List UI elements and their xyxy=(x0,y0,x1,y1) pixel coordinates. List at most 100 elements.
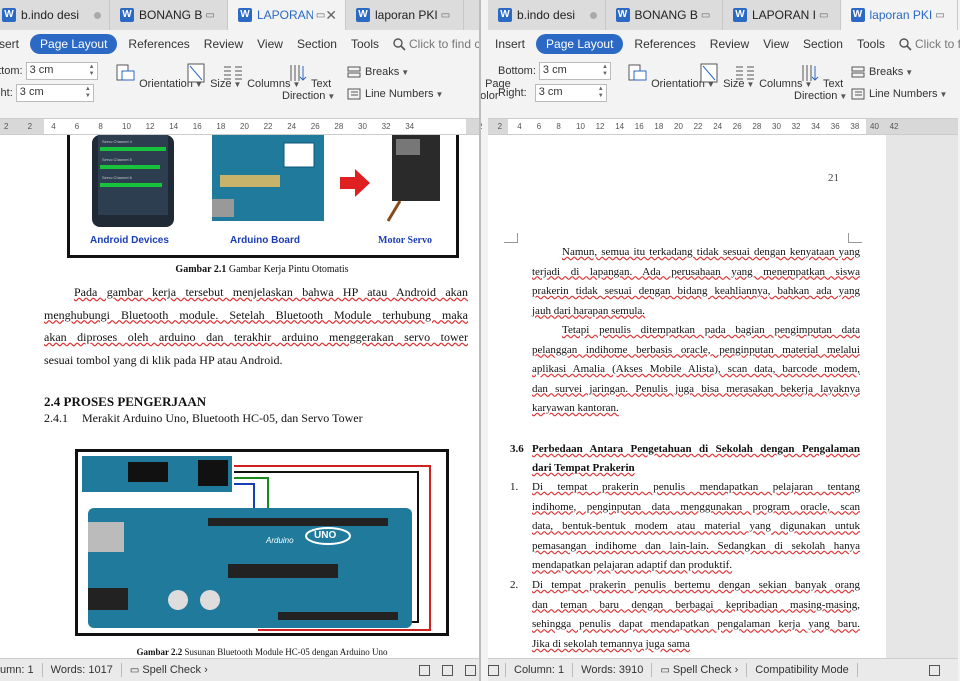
text-direction-button[interactable]: Text Direction ▼ xyxy=(794,62,847,102)
reading-mode-icon[interactable] xyxy=(929,664,940,676)
ruler-tick-label: 16 xyxy=(634,122,644,131)
ruler-tick-label: 10 xyxy=(576,122,585,131)
writer-icon: W xyxy=(238,8,252,22)
reading-mode-icon[interactable] xyxy=(488,664,499,676)
ruler-tick-label: 22 xyxy=(693,122,703,131)
phone-row-label: Servo Channel 4 xyxy=(102,139,132,144)
text-line: Namun, semua itu terkadang tidak sesuai … xyxy=(562,246,860,258)
line-numbers-button[interactable]: Line Numbers ▼ xyxy=(851,88,947,100)
bottom-margin-value: 3 cm xyxy=(542,64,567,76)
ruler-tick-label: 2 xyxy=(4,122,9,131)
menu-page-layout[interactable]: Page Layout xyxy=(30,34,118,54)
bottom-margin-field: Bottom: 3 cm ▲ ▼ xyxy=(498,62,611,80)
tab-laporan-pki[interactable]: Wlaporan PKI ▭ xyxy=(346,0,464,30)
menu-page-layout[interactable]: Page Layout xyxy=(536,34,624,54)
tab-laporan-active[interactable]: W LAPORAN I▭✕ xyxy=(228,0,346,30)
ruler-tick-label: 26 xyxy=(732,122,742,131)
page-layout-ribbon: ottom: 3 cm▲▼ ight: 3 cm▲▼ Orientation▼ … xyxy=(0,58,480,118)
text-direction-button[interactable]: Text Direction ▼ xyxy=(282,62,335,102)
menu-tools[interactable]: Tools xyxy=(857,37,885,51)
menu-references[interactable]: References xyxy=(128,37,189,51)
right-margin-field: Right: 3 cm ▲ ▼ xyxy=(498,84,607,102)
menu-view[interactable]: View xyxy=(257,37,283,51)
text-direction-label-2: Direction xyxy=(282,90,326,102)
menu-references[interactable]: References xyxy=(634,37,695,51)
line-numbers-icon xyxy=(851,88,865,100)
right-margin-input[interactable]: 3 cm ▲ ▼ xyxy=(15,84,94,102)
spin-arrows-icon[interactable]: ▲ ▼ xyxy=(85,86,91,100)
menu-review[interactable]: Review xyxy=(204,37,243,51)
ruler-tick-label: 20 xyxy=(674,122,683,131)
figure-caption-1: Gambar 2.1 Gambar Kerja Pintu Otomatis xyxy=(52,264,472,275)
spell-check-label: Spell Check xyxy=(142,664,202,676)
full-screen-icon[interactable] xyxy=(442,664,453,676)
find-box[interactable]: Click to find cc xyxy=(393,37,480,51)
status-separator xyxy=(41,663,43,677)
close-tab-icon[interactable]: ✕ xyxy=(325,7,337,24)
search-icon xyxy=(899,37,912,51)
monitor-icon: ▭ xyxy=(935,9,945,21)
menu-section[interactable]: Section xyxy=(803,37,843,51)
find-box[interactable]: Click to fin xyxy=(899,37,960,51)
dropdown-caret-icon: ▼ xyxy=(327,92,336,101)
monitor-icon: ▭ xyxy=(205,9,215,21)
menu-insert[interactable]: Insert xyxy=(495,37,525,51)
word-count[interactable]: Words: 3910 xyxy=(581,664,643,676)
list-number: 2. xyxy=(510,578,519,591)
numbered-list: 1. Di tempat prakerin penulis mendapatka… xyxy=(510,478,860,654)
spell-check-button[interactable]: ▭ Spell Check › xyxy=(660,664,738,676)
spin-arrows-icon[interactable]: ▲ ▼ xyxy=(89,64,95,78)
menu-review[interactable]: Review xyxy=(710,37,749,51)
word-count[interactable]: Words: 1017 xyxy=(51,664,113,676)
tab-label: LAPORAN I xyxy=(752,8,817,22)
dropdown-caret-icon: ▼ xyxy=(435,89,444,99)
horizontal-ruler[interactable]: 2 2 4 6 8 10 12 14 16 18 20 22 24 26 28 30 32 34 36 38 40 42 xyxy=(480,118,958,135)
tab-b-indo[interactable]: Wb.indo desi xyxy=(488,0,606,30)
reading-mode-icon[interactable] xyxy=(419,664,430,676)
breaks-button[interactable]: Breaks ▼ xyxy=(851,66,913,78)
subsection-number: 2.4.1 xyxy=(44,411,68,425)
status-separator xyxy=(651,663,653,677)
bottom-margin-input[interactable]: 3 cm ▲ ▼ xyxy=(25,62,98,80)
tab-bonang[interactable]: W BONANG B ▭ xyxy=(110,0,228,30)
menu-view[interactable]: View xyxy=(763,37,789,51)
ruler-tick-label: 10 xyxy=(122,122,131,131)
menu-tools[interactable]: Tools xyxy=(351,37,379,51)
orientation-icon xyxy=(628,64,647,81)
spell-check-button[interactable]: ▭ Spell Check › xyxy=(130,664,208,676)
tab-label: BONANG B xyxy=(634,8,698,22)
breaks-icon xyxy=(347,66,361,78)
text-line: karyawan kantoran. xyxy=(532,402,619,414)
horizontal-ruler[interactable]: 2 2 4 6 8 10 12 14 16 18 20 22 24 26 28 30 32 34 xyxy=(0,118,480,135)
heading-number: 3.6 xyxy=(510,443,524,455)
window-divider[interactable] xyxy=(479,0,481,681)
menu-insert[interactable]: sert xyxy=(0,37,19,51)
right-margin-label: ight: xyxy=(0,87,13,99)
bottom-margin-input[interactable]: 3 cm ▲ ▼ xyxy=(538,62,611,80)
status-separator xyxy=(120,663,122,677)
breaks-icon xyxy=(851,66,865,78)
monitor-icon: ▭ xyxy=(315,9,326,21)
tab-laporan-pki-active[interactable]: Wlaporan PKI ▭ xyxy=(840,0,958,30)
dropdown-caret-icon: ▼ xyxy=(905,67,914,77)
web-layout-icon[interactable] xyxy=(465,664,476,676)
right-margin-value: 3 cm xyxy=(538,86,563,98)
ruler-margin xyxy=(466,119,480,134)
subsection-heading: 2.4.1 Merakit Arduino Uno, Bluetooth HC-… xyxy=(44,411,363,426)
ruler-margin xyxy=(866,119,958,134)
line-numbers-button[interactable]: Line Numbers ▼ xyxy=(347,88,443,100)
text-line: dan survei jaringan. Penulis juga bisa m… xyxy=(532,382,860,395)
text-line: pemasangan indihome dan lain-lain. Sedan… xyxy=(532,539,860,552)
right-margin-input[interactable]: 3 cm ▲ ▼ xyxy=(534,84,607,102)
text-line: Di tempat prakerin penulis bertemu denga… xyxy=(532,578,860,591)
breaks-button[interactable]: Breaks ▼ xyxy=(347,66,409,78)
menu-section[interactable]: Section xyxy=(297,37,337,51)
tab-laporan[interactable]: W LAPORAN I ▭ xyxy=(723,0,841,30)
motor-servo-label: Motor Servo xyxy=(378,235,432,246)
tab-bonang[interactable]: W BONANG B ▭ xyxy=(606,0,723,30)
spin-arrows-icon[interactable]: ▲ ▼ xyxy=(598,86,604,100)
text-direction-label-1: Text xyxy=(823,78,844,90)
arduino-wiring-image xyxy=(82,456,431,631)
spin-arrows-icon[interactable]: ▲ ▼ xyxy=(602,64,608,78)
tab-b-indo[interactable]: Wb.indo desi xyxy=(0,0,110,30)
